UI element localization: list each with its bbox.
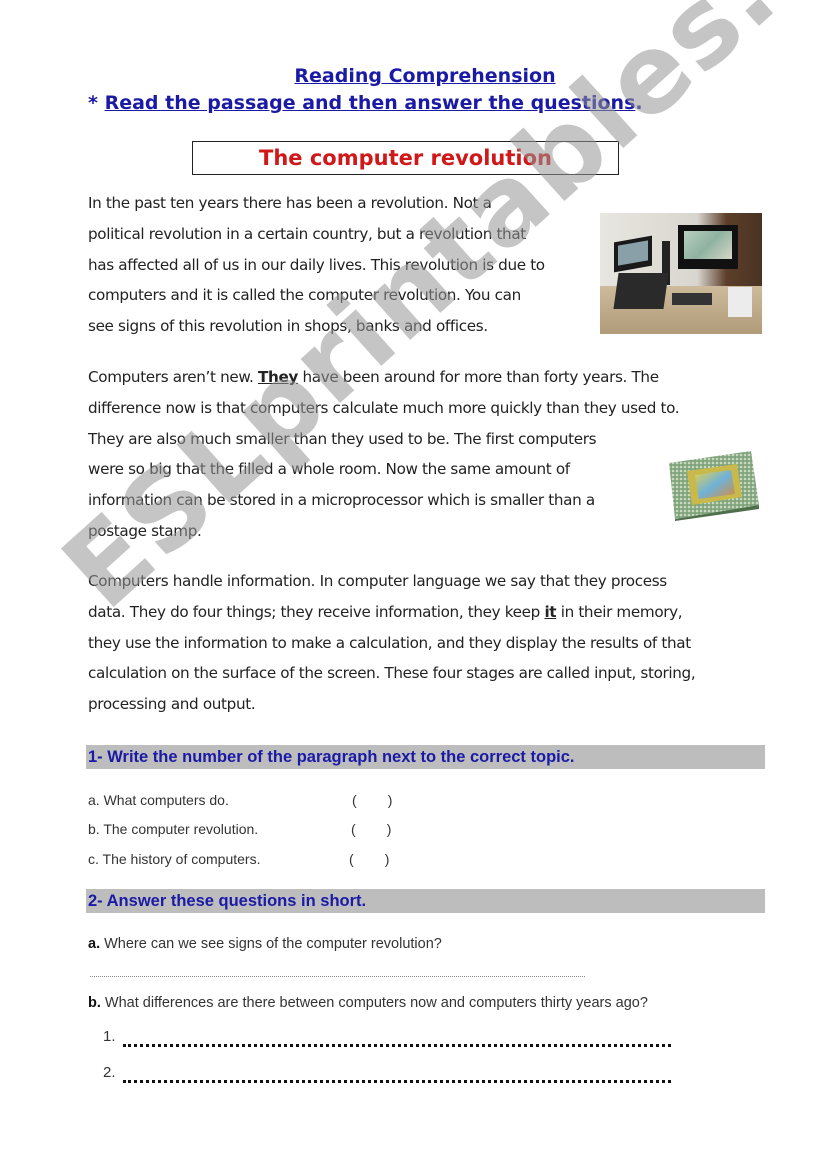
text-run: have been around for more than forty yea…	[297, 368, 659, 386]
instruction: * Read the passage and then answer the q…	[88, 92, 643, 114]
computer-workstation-image	[600, 213, 762, 334]
paragraph-line: Computers aren’t new. They have been aro…	[88, 362, 679, 393]
topic-label: a. What computers do.	[88, 792, 229, 808]
answer-line-a[interactable]	[90, 966, 585, 977]
instruction-suffix: .	[635, 92, 643, 114]
paragraph-line: difference now is that computers calcula…	[88, 398, 680, 417]
emphasized-word-they: They	[258, 368, 298, 386]
paragraph-line: computers and it is called the computer …	[88, 286, 521, 305]
topic-label: c. The history of computers.	[88, 851, 261, 867]
paragraph-line: In the past ten years there has been a r…	[88, 194, 492, 212]
paragraph-line: postage stamp.	[88, 521, 202, 540]
answer-number: 2.	[103, 1064, 116, 1081]
microprocessor-image	[669, 451, 759, 521]
question-b: b. What differences are there between co…	[88, 995, 648, 1011]
answer-line-b2[interactable]: 2.	[103, 1064, 671, 1083]
image-monitor-screen	[684, 231, 732, 259]
text-run: Computers aren’t new.	[88, 368, 258, 386]
paragraph-line: see signs of this revolution in shops, b…	[88, 317, 488, 336]
text-run: in their memory,	[556, 602, 683, 621]
topic-item-a: a. What computers do. ( )	[88, 792, 392, 808]
paragraph-line: political revolution in a certain countr…	[88, 224, 526, 243]
paragraph-line: they use the information to make a calcu…	[88, 633, 691, 652]
answer-number: 1.	[103, 1028, 116, 1045]
exercise-1-heading: 1- Write the number of the paragraph nex…	[86, 745, 765, 769]
worksheet-title: Reading Comprehension	[294, 65, 556, 87]
question-text: Where can we see signs of the computer r…	[100, 936, 442, 952]
question-a: a. Where can we see signs of the compute…	[88, 936, 442, 952]
instruction-prefix: *	[88, 92, 105, 114]
topic-item-c: c. The history of computers. ( )	[88, 851, 389, 867]
dotted-line	[123, 1040, 671, 1047]
paragraph-line: information can be stored in a microproc…	[88, 491, 595, 510]
paragraph-line: data. They do four things; they receive …	[88, 597, 695, 628]
text-run: data. They do four things; they receive …	[88, 602, 545, 621]
exercise-2-heading: 2- Answer these questions in short.	[86, 889, 765, 913]
question-marker: b.	[88, 995, 101, 1011]
instruction-text: Read the passage and then answer the que…	[104, 92, 636, 114]
image-keyboard	[672, 293, 712, 305]
question-text: What differences are there between compu…	[100, 995, 648, 1011]
image-box	[728, 287, 752, 317]
paragraph-line: Computers handle information. In compute…	[88, 572, 667, 590]
paragraph-line: processing and output.	[88, 695, 256, 714]
emphasized-word-it: it	[544, 602, 557, 621]
paragraph-2: Computers aren’t new. They have been aro…	[88, 362, 680, 547]
answer-blank[interactable]: ( )	[352, 792, 392, 808]
topic-item-b: b. The computer revolution. ( )	[88, 821, 391, 837]
topic-label: b. The computer revolution.	[88, 821, 259, 837]
chip-die	[695, 470, 735, 499]
paragraph-1: In the past ten years there has been a r…	[88, 188, 545, 342]
worksheet-page: Reading Comprehension * Read the passage…	[0, 0, 821, 1169]
passage-title: The computer revolution	[192, 141, 619, 175]
question-marker: a.	[88, 936, 101, 952]
paragraph-line: They are also much smaller than they use…	[88, 429, 597, 448]
image-laptop-keyboard	[613, 273, 669, 309]
paragraph-line: calculation on the surface of the screen…	[88, 664, 696, 683]
answer-blank[interactable]: ( )	[349, 851, 389, 867]
paragraph-line: has affected all of us in our daily live…	[88, 255, 545, 274]
paragraph-3: Computers handle information. In compute…	[88, 566, 696, 720]
dotted-line	[123, 1076, 671, 1083]
paragraph-line: were so big that the filled a whole room…	[88, 460, 570, 479]
answer-blank[interactable]: ( )	[351, 821, 391, 837]
answer-line-b1[interactable]: 1.	[103, 1028, 671, 1047]
